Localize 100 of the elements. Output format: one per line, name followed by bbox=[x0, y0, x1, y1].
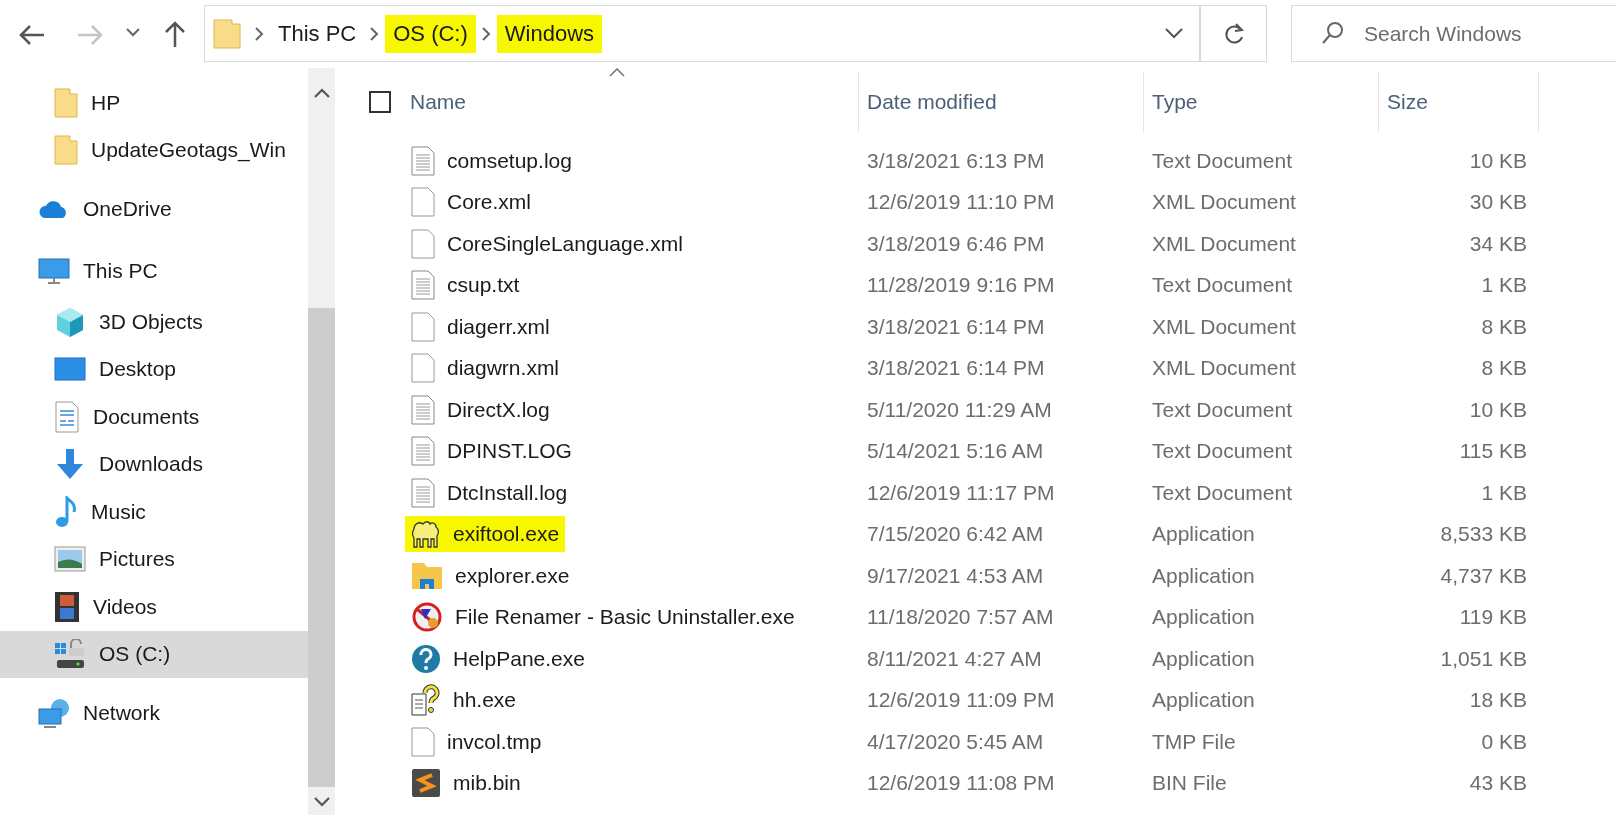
file-name[interactable]: csup.txt bbox=[405, 267, 526, 304]
monitor-icon bbox=[38, 257, 70, 285]
file-name[interactable]: HelpPane.exe bbox=[405, 640, 591, 677]
download-arrow-icon bbox=[54, 448, 86, 481]
cube-icon bbox=[54, 305, 86, 338]
scroll-up-icon[interactable] bbox=[313, 88, 330, 98]
sidebar-item[interactable]: Videos bbox=[0, 583, 308, 631]
address-bar[interactable]: This PC OS (C:) Windows bbox=[204, 5, 1200, 62]
size-cell-text: 1 KB bbox=[1480, 480, 1528, 505]
type-cell-text: Text Document bbox=[1151, 480, 1294, 505]
column-header[interactable]: Size bbox=[1387, 90, 1428, 114]
file-name[interactable]: DtcInstall.log bbox=[405, 474, 574, 511]
date-cell-text: 4/17/2020 5:45 AM bbox=[866, 729, 1045, 754]
date-cell-text: 5/11/2020 11:29 AM bbox=[866, 397, 1053, 422]
type-cell-text: XML Document bbox=[1151, 231, 1297, 256]
blank-file-icon bbox=[411, 353, 435, 384]
file-name[interactable]: CoreSingleLanguage.xml bbox=[405, 225, 689, 262]
type-cell-text: Text Document bbox=[1151, 273, 1294, 298]
size-cell-text: 8 KB bbox=[1480, 356, 1528, 381]
size-cell-text: 119 KB bbox=[1458, 605, 1528, 630]
sidebar-item[interactable]: OneDrive bbox=[0, 182, 308, 236]
drive-icon bbox=[54, 639, 86, 670]
scrollbar[interactable] bbox=[308, 68, 335, 815]
type-cell-text: Text Document bbox=[1151, 148, 1294, 173]
folder-icon bbox=[411, 561, 443, 590]
sidebar-item[interactable]: Pictures bbox=[0, 535, 308, 583]
type-cell-text: Application bbox=[1151, 605, 1256, 630]
up-arrow-icon[interactable] bbox=[164, 20, 186, 48]
type-cell-text: Application bbox=[1151, 646, 1256, 671]
file-name[interactable]: File Renamer - Basic Uninstaller.exe bbox=[405, 598, 801, 637]
search-field[interactable]: Search Windows bbox=[1291, 5, 1616, 62]
file-name[interactable]: mib.bin bbox=[405, 765, 527, 802]
file-name[interactable]: invcol.tmp bbox=[405, 723, 548, 760]
file-name[interactable]: exiftool.exe bbox=[405, 516, 566, 553]
file-name[interactable]: comsetup.log bbox=[405, 142, 578, 179]
file-name[interactable]: DPINST.LOG bbox=[405, 433, 578, 470]
document-icon bbox=[54, 400, 80, 433]
type-cell-text: TMP File bbox=[1151, 729, 1237, 754]
type-cell-text: XML Document bbox=[1151, 356, 1297, 381]
scrollbar-thumb[interactable] bbox=[308, 308, 335, 787]
size-cell-text: 43 KB bbox=[1468, 771, 1528, 796]
sidebar-item[interactable]: OS (C:) bbox=[0, 630, 308, 678]
size-cell-text: 34 KB bbox=[1468, 231, 1528, 256]
chevron-icon bbox=[370, 26, 380, 41]
size-cell-text: 30 KB bbox=[1468, 190, 1528, 215]
text-file-icon bbox=[411, 394, 435, 425]
chevron-icon bbox=[481, 26, 491, 41]
scroll-down-icon[interactable] bbox=[313, 797, 330, 807]
sidebar-item[interactable]: Network bbox=[0, 686, 308, 740]
type-cell-text: Application bbox=[1151, 688, 1256, 713]
size-cell-text: 10 KB bbox=[1468, 148, 1528, 173]
text-file-icon bbox=[411, 436, 435, 467]
date-cell-text: 5/14/2021 5:16 AM bbox=[866, 439, 1045, 464]
date-cell-text: 7/15/2020 6:42 AM bbox=[866, 522, 1045, 547]
type-cell-text: Application bbox=[1151, 563, 1256, 588]
music-note-icon bbox=[54, 495, 78, 528]
type-cell-text: Application bbox=[1151, 522, 1256, 547]
refresh-icon bbox=[1222, 21, 1245, 46]
date-cell-text: 8/11/2021 4:27 AM bbox=[866, 646, 1043, 671]
blank-file-icon bbox=[411, 726, 435, 757]
column-header[interactable]: Type bbox=[1152, 90, 1198, 114]
sidebar-item[interactable]: Documents bbox=[0, 393, 308, 441]
file-name[interactable]: Core.xml bbox=[405, 184, 537, 221]
search-icon bbox=[1321, 21, 1345, 45]
picture-icon bbox=[54, 546, 86, 573]
sidebar-item[interactable]: HP bbox=[0, 79, 308, 127]
file-name[interactable]: hh.exe bbox=[405, 681, 523, 720]
sidebar-item[interactable]: Downloads bbox=[0, 440, 308, 488]
file-name[interactable]: DirectX.log bbox=[405, 391, 556, 428]
dropdown-caret-icon[interactable] bbox=[1165, 28, 1183, 39]
dropdown-caret-icon[interactable] bbox=[126, 28, 140, 37]
chevron-icon bbox=[255, 26, 264, 41]
sidebar-item[interactable]: Music bbox=[0, 488, 308, 536]
date-cell-text: 12/6/2019 11:10 PM bbox=[866, 190, 1056, 215]
refresh-button[interactable] bbox=[1200, 5, 1267, 62]
help-icon bbox=[411, 643, 441, 674]
date-cell-text: 12/6/2019 11:17 PM bbox=[866, 480, 1056, 505]
select-all-checkbox[interactable] bbox=[369, 91, 391, 113]
breadcrumb-item[interactable]: This PC bbox=[278, 14, 357, 53]
type-cell-text: XML Document bbox=[1151, 190, 1297, 215]
back-icon[interactable] bbox=[18, 24, 46, 46]
breadcrumb-item[interactable]: OS (C:) bbox=[385, 14, 476, 53]
sidebar-item[interactable]: UpdateGeotags_Win bbox=[0, 126, 308, 174]
file-name[interactable]: explorer.exe bbox=[405, 558, 576, 593]
date-cell-text: 9/17/2021 4:53 AM bbox=[866, 563, 1045, 588]
network-icon bbox=[38, 698, 70, 728]
file-name[interactable]: diagwrn.xml bbox=[405, 350, 566, 387]
size-cell-text: 8,533 KB bbox=[1439, 522, 1528, 547]
column-header[interactable]: Date modified bbox=[867, 90, 997, 114]
film-strip-icon bbox=[54, 590, 80, 623]
breadcrumb-item[interactable]: Windows bbox=[496, 14, 603, 53]
desktop-icon bbox=[54, 356, 86, 383]
sidebar-item[interactable]: Desktop bbox=[0, 345, 308, 393]
size-cell-text: 0 KB bbox=[1480, 729, 1528, 754]
sidebar-item[interactable]: This PC bbox=[0, 244, 308, 298]
column-header[interactable]: Name bbox=[410, 90, 467, 114]
folder-icon bbox=[54, 87, 78, 118]
sidebar-item[interactable]: 3D Objects bbox=[0, 298, 308, 346]
text-file-icon bbox=[411, 270, 435, 301]
file-name[interactable]: diagerr.xml bbox=[405, 308, 556, 345]
